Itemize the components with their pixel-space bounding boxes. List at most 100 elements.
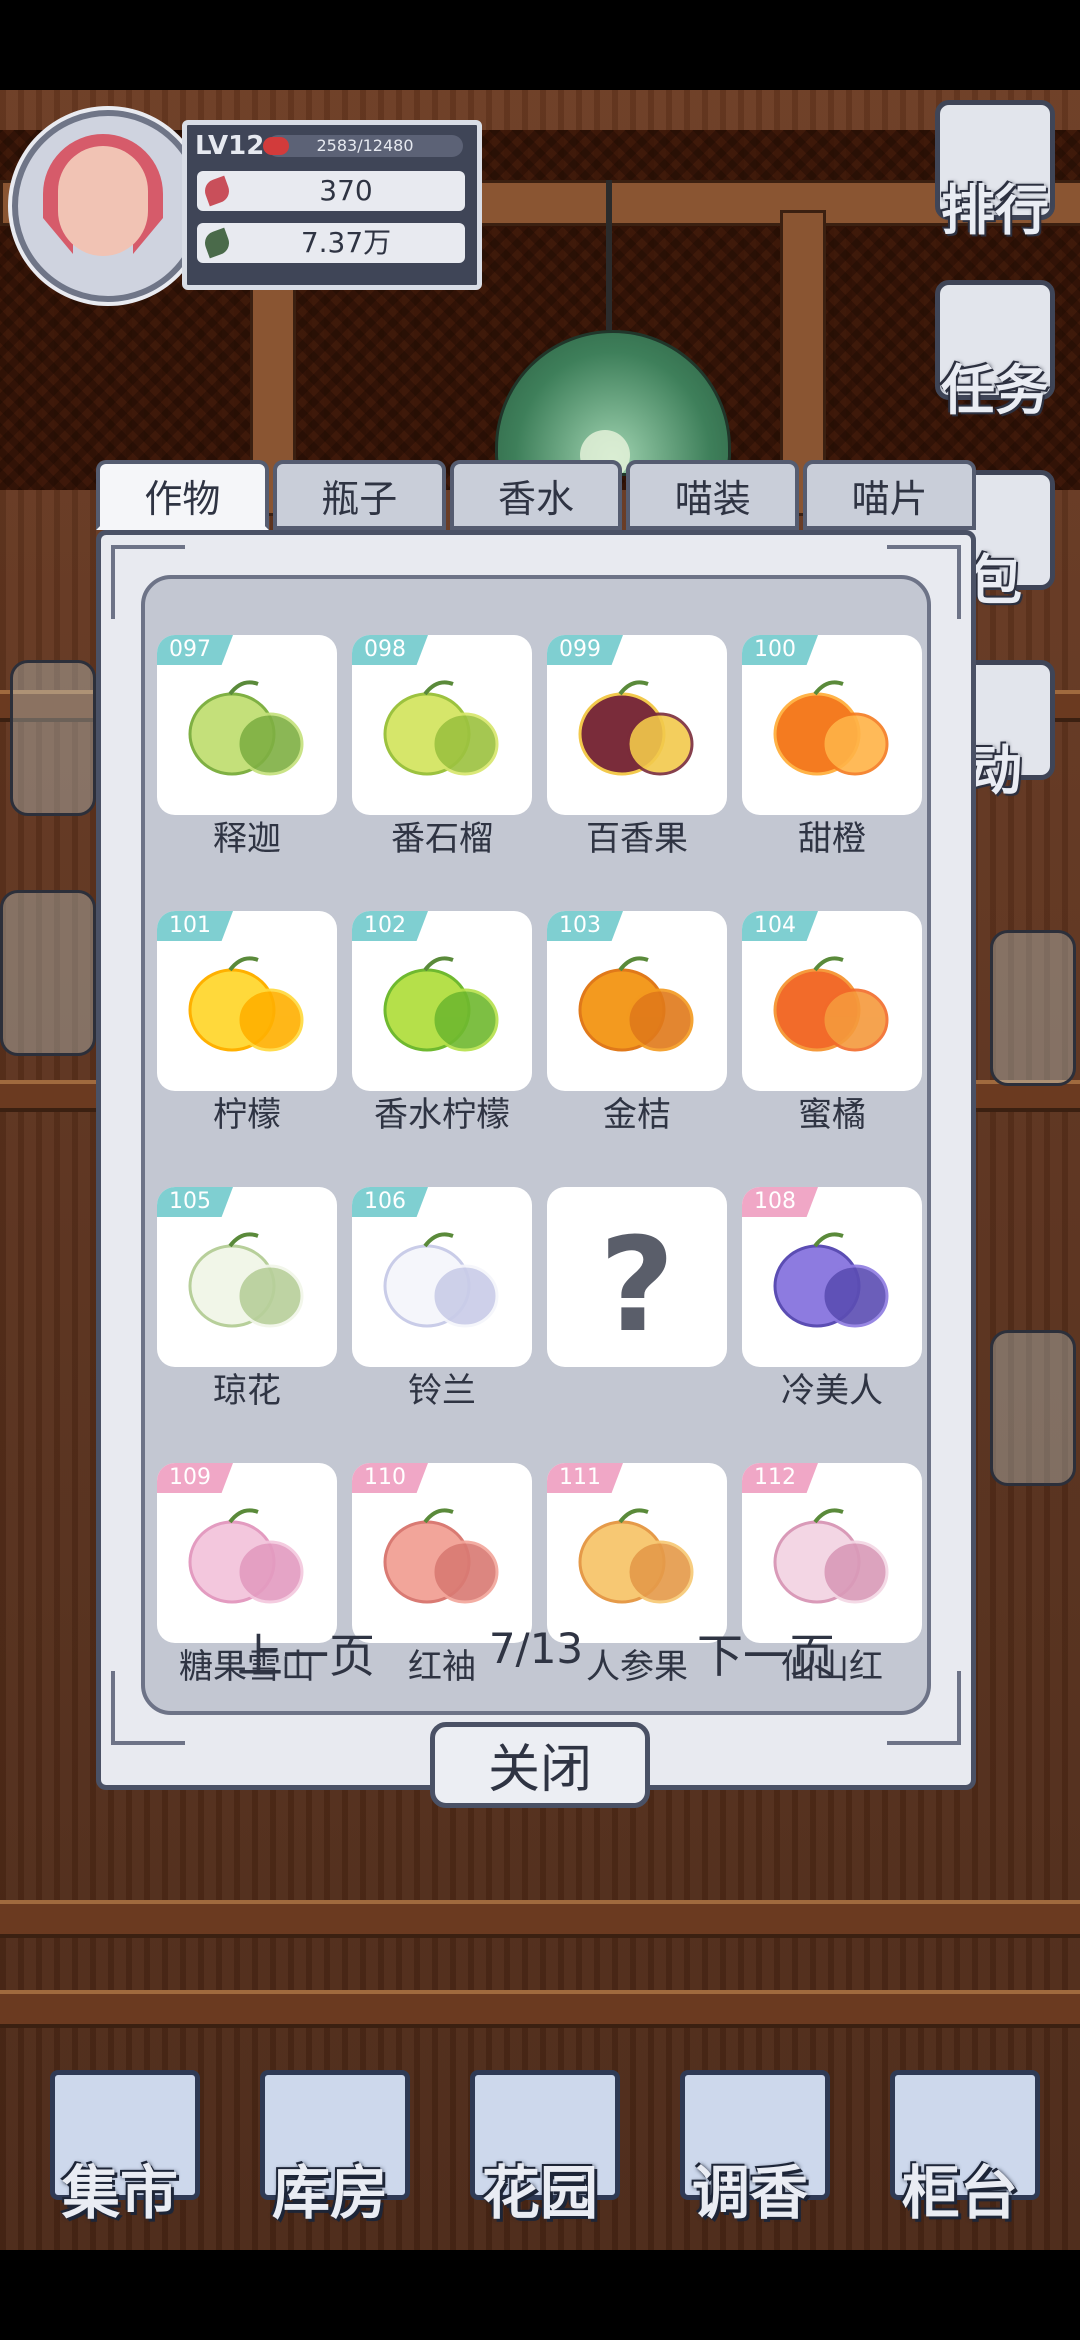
viburnum-flower-icon <box>182 1224 312 1348</box>
item-cell[interactable]: 106 铃兰 <box>352 1187 532 1411</box>
item-name: 释迦 <box>213 819 281 859</box>
orchid-icon <box>767 1500 897 1624</box>
bottom-nav: 集市 库房 花园 调香 柜台 <box>0 2060 1080 2260</box>
item-card[interactable]: 108 <box>742 1187 922 1367</box>
close-button[interactable]: 关闭 <box>430 1722 650 1808</box>
item-name <box>547 1371 727 1411</box>
heart-icon <box>263 137 289 155</box>
orange-icon <box>767 672 897 796</box>
ranking-button[interactable]: 排行 <box>920 100 1070 240</box>
item-name: 冷美人 <box>781 1371 883 1411</box>
item-number-tag: 109 <box>157 1463 233 1493</box>
item-card[interactable]: ? <box>547 1187 727 1367</box>
nav-garden-label: 花园 <box>481 2159 598 2227</box>
pepino-icon <box>572 1500 702 1624</box>
exp-text: 2583/12480 <box>316 136 414 155</box>
nav-perfume-mixing-label: 调香 <box>691 2159 808 2227</box>
item-card[interactable]: 098 <box>352 635 532 815</box>
player-profile[interactable]: LV12 2583/12480 370 7.37万 <box>12 100 482 302</box>
item-name: 百香果 <box>586 819 688 859</box>
tab-cat-outfits[interactable]: 喵装 <box>626 460 800 530</box>
tab-cat-cards[interactable]: 喵片 <box>803 460 976 530</box>
shelf <box>0 1990 1080 2028</box>
item-cell[interactable]: ? <box>547 1187 727 1411</box>
item-number-tag: 111 <box>547 1463 623 1493</box>
item-cell[interactable]: 102 香水柠檬 <box>352 911 532 1135</box>
next-page-button[interactable]: 下一页 <box>697 1620 835 1686</box>
item-number-tag: 105 <box>157 1187 233 1217</box>
tab-perfumes[interactable]: 香水 <box>449 460 623 530</box>
item-number-tag: 097 <box>157 635 233 665</box>
item-card[interactable]: 099 <box>547 635 727 815</box>
avatar-face <box>58 146 148 256</box>
item-cell[interactable]: 100 甜橙 <box>742 635 922 859</box>
nav-market-label: 集市 <box>61 2159 178 2227</box>
item-number-tag: 110 <box>352 1463 428 1493</box>
nav-garden[interactable]: 花园 <box>450 2060 630 2230</box>
item-name: 甜橙 <box>798 819 866 859</box>
tab-crops[interactable]: 作物 <box>96 460 269 530</box>
tasks-label: 任务 <box>941 358 1049 422</box>
item-name: 柠檬 <box>213 1095 281 1135</box>
pagination: 上一页 7/13 下一页 <box>157 1620 915 1683</box>
item-card[interactable]: 106 <box>352 1187 532 1367</box>
player-stats: LV12 2583/12480 370 7.37万 <box>182 120 482 290</box>
purple-rose-icon <box>767 1224 897 1348</box>
item-cell[interactable]: 099 百香果 <box>547 635 727 859</box>
item-number-tag: 102 <box>352 911 428 941</box>
lemon-icon <box>182 948 312 1072</box>
item-card[interactable]: 100 <box>742 635 922 815</box>
item-name: 铃兰 <box>408 1371 476 1411</box>
item-name: 番石榴 <box>391 819 493 859</box>
item-card[interactable]: 102 <box>352 911 532 1091</box>
jar <box>990 1330 1076 1486</box>
nav-market[interactable]: 集市 <box>30 2060 210 2230</box>
leaf-currency: 7.37万 <box>197 223 465 263</box>
nav-perfume-mixing[interactable]: 调香 <box>660 2060 840 2230</box>
item-card[interactable]: 111 <box>547 1463 727 1643</box>
nav-counter-label: 柜台 <box>901 2159 1018 2227</box>
avatar[interactable] <box>12 110 204 302</box>
item-card[interactable]: 103 <box>547 911 727 1091</box>
petal-icon <box>201 175 233 207</box>
item-card[interactable]: 097 <box>157 635 337 815</box>
item-card[interactable]: 104 <box>742 911 922 1091</box>
pink-rose-icon <box>182 1500 312 1624</box>
sugar-apple-icon <box>182 672 312 796</box>
item-card[interactable]: 110 <box>352 1463 532 1643</box>
item-number-tag: 103 <box>547 911 623 941</box>
corner-ornament <box>887 545 961 619</box>
nav-warehouse-label: 库房 <box>271 2159 388 2227</box>
exp-bar: 2583/12480 <box>263 135 463 157</box>
item-cell[interactable]: 103 金桔 <box>547 911 727 1135</box>
passion-fruit-icon <box>572 672 702 796</box>
leaf-amount: 7.37万 <box>300 226 392 259</box>
unknown-icon: ? <box>599 1209 675 1361</box>
collection-tabs: 作物 瓶子 香水 喵装 喵片 <box>96 460 976 534</box>
shelf <box>0 1900 1080 1938</box>
item-number-tag: 101 <box>157 911 233 941</box>
leaf-icon <box>201 227 233 259</box>
item-cell[interactable]: 104 蜜橘 <box>742 911 922 1135</box>
collection-panel: 097 释迦 098 番石榴 099 百香果 100 甜橙 101 柠檬 102 香水柠檬 103 金桔 1… <box>96 530 976 1790</box>
item-cell[interactable]: 101 柠檬 <box>157 911 337 1135</box>
petal-amount: 370 <box>319 174 373 207</box>
item-cell[interactable]: 098 番石榴 <box>352 635 532 859</box>
nav-warehouse[interactable]: 库房 <box>240 2060 420 2230</box>
item-number-tag: 098 <box>352 635 428 665</box>
item-name: 香水柠檬 <box>374 1095 510 1135</box>
item-card[interactable]: 112 <box>742 1463 922 1643</box>
item-card[interactable]: 105 <box>157 1187 337 1367</box>
tasks-button[interactable]: 任务 <box>920 280 1070 420</box>
ranking-label: 排行 <box>941 178 1049 242</box>
item-card[interactable]: 101 <box>157 911 337 1091</box>
lime-icon <box>377 948 507 1072</box>
item-cell[interactable]: 097 释迦 <box>157 635 337 859</box>
tab-bottles[interactable]: 瓶子 <box>272 460 446 530</box>
jar <box>0 890 96 1056</box>
item-cell[interactable]: 105 琼花 <box>157 1187 337 1411</box>
item-cell[interactable]: 108 冷美人 <box>742 1187 922 1411</box>
nav-counter[interactable]: 柜台 <box>870 2060 1050 2230</box>
item-card[interactable]: 109 <box>157 1463 337 1643</box>
item-number-tag: 106 <box>352 1187 428 1217</box>
